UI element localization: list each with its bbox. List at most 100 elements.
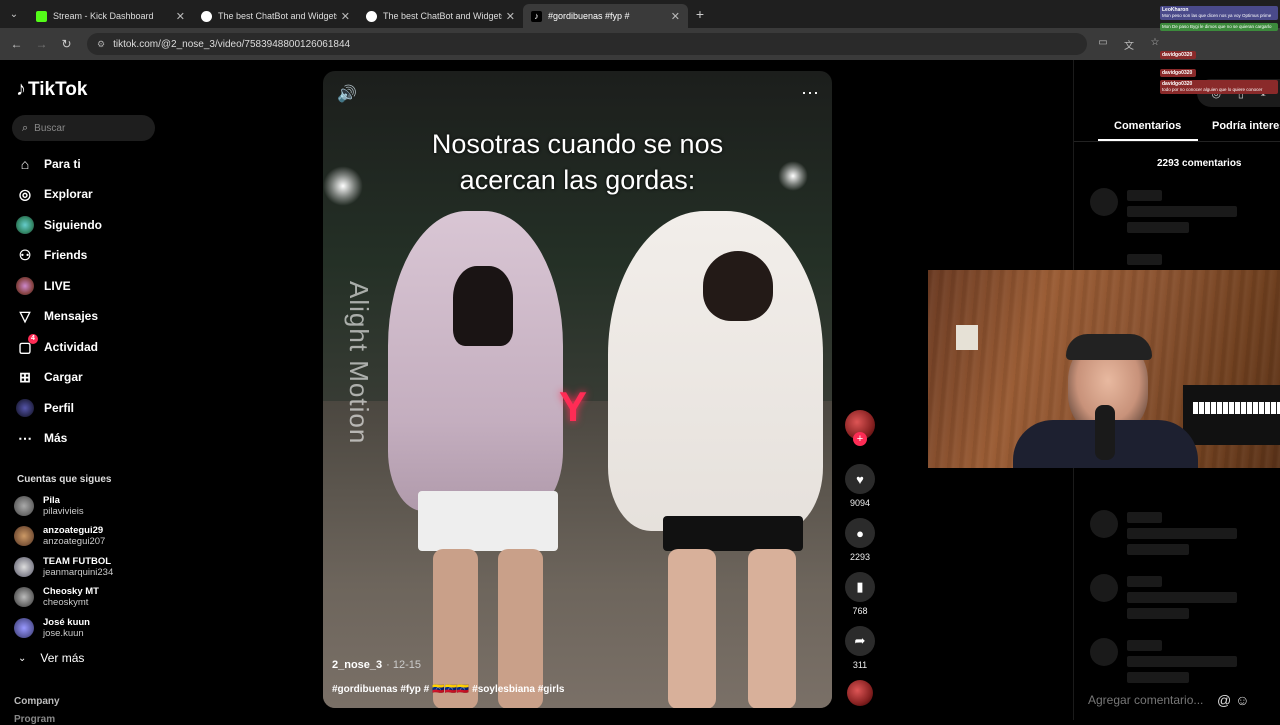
avatar	[14, 587, 34, 607]
followed-account[interactable]: Cheosky MT cheoskymt	[14, 584, 99, 610]
nav-friends[interactable]: ⚇ Friends	[16, 243, 88, 267]
share-button[interactable]: ➦ 311	[842, 626, 878, 670]
video-hashtags[interactable]: #gordibuenas #fyp # 🇻🇪🇻🇪🇻🇪 #soylesbiana …	[332, 684, 564, 695]
comment-skeleton-line	[1127, 592, 1237, 603]
comment-input-row: @ ☺	[1088, 688, 1273, 712]
video-player[interactable]: Nosotras cuando se nos acercan las gorda…	[323, 71, 832, 708]
translate-icon[interactable]: 文	[1119, 37, 1139, 52]
nav-more[interactable]: ⋯ Más	[16, 426, 67, 450]
close-tab-icon[interactable]: ✕	[176, 10, 185, 23]
followed-account[interactable]: anzoategui29 anzoategui207	[14, 523, 105, 549]
like-count: 9094	[849, 498, 871, 508]
comment-skeleton-line	[1127, 544, 1189, 555]
microphone	[1095, 405, 1115, 460]
tab-title: #gordibuenas #fyp #	[548, 11, 630, 21]
creator-avatar-button[interactable]: +	[842, 410, 878, 446]
reload-icon[interactable]: ↻	[54, 37, 79, 51]
nav-upload[interactable]: ⊞ Cargar	[16, 365, 83, 389]
comment-skeleton-avatar	[1090, 188, 1118, 216]
comment-skeleton-line	[1127, 608, 1189, 619]
friends-icon: ⚇	[18, 246, 32, 263]
save-button[interactable]: ▮ 768	[842, 572, 878, 616]
search-box[interactable]: ⌕	[12, 115, 155, 141]
browser-tab[interactable]: The best ChatBot and Widgets ✕	[358, 4, 523, 28]
like-button[interactable]: ♥ 9094	[842, 464, 878, 508]
forward-icon[interactable]: →	[29, 37, 54, 51]
activity-icon: ▢ 4	[16, 334, 38, 356]
comment-skeleton-line	[1127, 656, 1237, 667]
nav-explore[interactable]: ◎ Explorar	[16, 182, 93, 206]
avatar	[14, 526, 34, 546]
activity-badge: 4	[28, 334, 38, 344]
nav-following[interactable]: Siguiendo	[16, 213, 102, 237]
followed-account[interactable]: José kuun jose.kuun	[14, 615, 90, 641]
video-caption-text: Nosotras cuando se nos acercan las gorda…	[431, 129, 724, 195]
browser-tab[interactable]: Stream - Kick Dashboard ✕	[28, 4, 193, 28]
chevron-down-icon: ⌄	[18, 652, 27, 664]
kick-favicon-icon	[36, 10, 47, 22]
see-more-button[interactable]: ⌄ Ver más	[18, 651, 84, 665]
chat-message: davidgo0320 todo por no conocer alguien q…	[1160, 80, 1278, 94]
browser-tab-active[interactable]: ♪ #gordibuenas #fyp # ✕	[523, 4, 688, 28]
footer-company-link[interactable]: Company	[14, 696, 60, 707]
following-accounts-heading: Cuentas que sigues	[17, 474, 112, 485]
nav-for-you[interactable]: ⌂ Para ti	[16, 152, 81, 176]
comment-skeleton-line	[1127, 206, 1237, 217]
close-tab-icon[interactable]: ✕	[671, 10, 680, 23]
search-input[interactable]	[34, 122, 135, 134]
sound-disc-button[interactable]	[842, 680, 878, 706]
tiktok-logo[interactable]: ♪ TikTok	[16, 78, 87, 101]
browser-tab[interactable]: The best ChatBot and Widgets ✕	[193, 4, 358, 28]
video-author[interactable]: 2_nose_3 · 12-15	[332, 659, 421, 671]
video-watermark: Alight Motion	[344, 281, 374, 445]
followed-account[interactable]: TEAM FUTBOL jeanmarquini234	[14, 554, 113, 580]
person-left	[388, 211, 563, 511]
mention-icon[interactable]: @	[1217, 692, 1231, 708]
nav-profile[interactable]: Perfil	[16, 396, 74, 420]
bookmark-icon: ▮	[845, 572, 875, 602]
nav-live[interactable]: LIVE	[16, 274, 71, 298]
chat-message: LeoKharon Mon peso son las que dicen nos …	[1160, 6, 1278, 20]
nav-activity[interactable]: ▢ 4 Actividad	[16, 334, 98, 359]
back-icon[interactable]: ←	[4, 37, 29, 51]
video-overlay-letter: Y	[559, 383, 588, 430]
comment-skeleton-avatar	[1090, 510, 1118, 538]
emoji-icon[interactable]: ☺	[1235, 692, 1249, 708]
follow-plus-icon[interactable]: +	[853, 432, 867, 446]
close-tab-icon[interactable]: ✕	[341, 10, 350, 23]
divider	[1074, 141, 1280, 142]
comment-skeleton-avatar	[1090, 638, 1118, 666]
url-field[interactable]: ⚙ tiktok.com/@2_nose_3/video/75839488001…	[87, 33, 1087, 55]
search-icon: ⌕	[22, 121, 29, 134]
music-disc-icon	[847, 680, 873, 706]
chat-message: Mon De paso Bygi le dimos que no se quie…	[1160, 23, 1278, 31]
comment-skeleton-line	[1127, 190, 1162, 201]
more-icon: ⋯	[18, 429, 32, 446]
comment-button[interactable]: ● 2293	[842, 518, 878, 562]
volume-icon[interactable]: 🔊	[337, 84, 357, 104]
tab-might-interest[interactable]: Podría interes	[1212, 120, 1280, 132]
avatar	[14, 557, 34, 577]
site-info-icon[interactable]: ⚙	[97, 39, 105, 50]
comment-skeleton-line	[1127, 512, 1162, 523]
comment-skeleton-avatar	[1090, 574, 1118, 602]
nav-messages[interactable]: ▽ Mensajes	[16, 304, 98, 328]
comment-skeleton-line	[1127, 528, 1237, 539]
address-bar-row: ← → ↻ ⚙ tiktok.com/@2_nose_3/video/75839…	[0, 28, 1280, 60]
avatar	[14, 496, 34, 516]
comment-input[interactable]	[1088, 693, 1213, 707]
cast-icon[interactable]: ▭	[1093, 37, 1113, 51]
share-icon: ➦	[845, 626, 875, 656]
close-tab-icon[interactable]: ✕	[506, 10, 515, 23]
url-text: tiktok.com/@2_nose_3/video/7583948800126…	[113, 38, 351, 50]
tab-search-icon[interactable]: ⌄	[0, 0, 28, 28]
more-options-icon[interactable]: ⋯	[801, 83, 819, 104]
followed-account[interactable]: Pila pilavivieis	[14, 493, 84, 519]
following-icon	[16, 216, 34, 234]
tab-comments[interactable]: Comentarios	[1114, 120, 1181, 132]
tab-title: The best ChatBot and Widgets	[383, 11, 502, 21]
browser-tab-strip: ⌄ Stream - Kick Dashboard ✕ The best Cha…	[0, 0, 1280, 28]
new-tab-icon[interactable]: +	[688, 6, 712, 22]
compass-icon: ◎	[18, 185, 32, 202]
tab-title: Stream - Kick Dashboard	[53, 11, 154, 21]
